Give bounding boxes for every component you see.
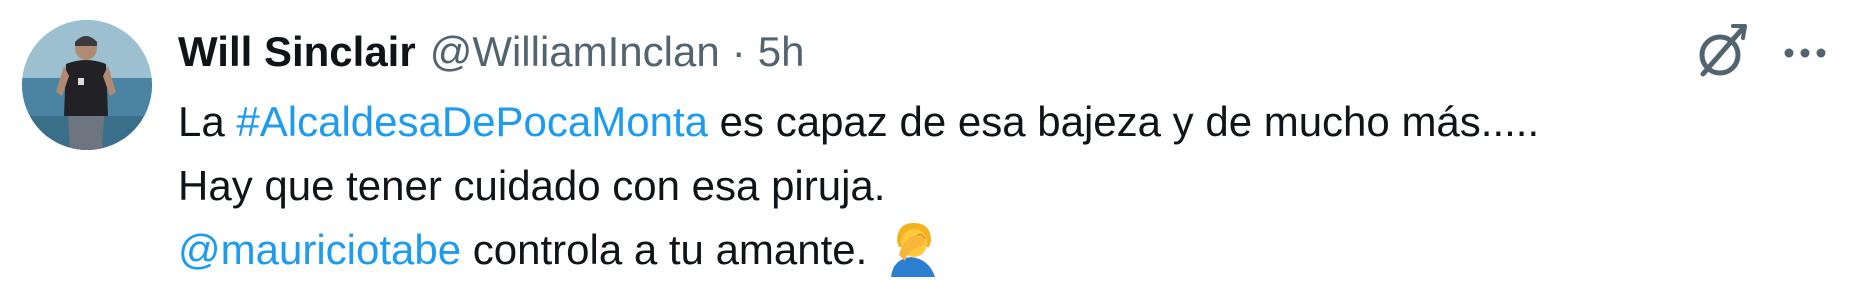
tweet-header: Will Sinclair @WilliamInclan · 5h <box>178 22 804 82</box>
avatar-photo <box>22 20 152 150</box>
line1-prefix: La <box>178 98 237 145</box>
mention-link[interactable]: @mauriciotabe <box>178 226 461 273</box>
display-name[interactable]: Will Sinclair <box>178 22 416 82</box>
line3-suffix: controla a tu amante. <box>461 226 868 273</box>
timestamp[interactable]: 5h <box>758 22 805 82</box>
tweet-line-1: La #AlcaldesaDePocaMonta es capaz de esa… <box>178 90 1818 154</box>
tweet-line-3: @mauriciotabe controla a tu amante. <box>178 218 1818 282</box>
tweet-card[interactable]: Will Sinclair @WilliamInclan · 5h La #Al… <box>0 0 1865 301</box>
more-horizontal-icon[interactable] <box>1783 47 1827 59</box>
hashtag-link[interactable]: #AlcaldesaDePocaMonta <box>236 98 708 145</box>
tweet-actions <box>1693 20 1827 86</box>
person-facepalming-emoji <box>887 221 939 277</box>
user-handle[interactable]: @WilliamInclan <box>430 22 720 82</box>
separator-dot: · <box>731 28 746 75</box>
grok-icon[interactable] <box>1693 22 1749 84</box>
avatar[interactable] <box>22 20 152 150</box>
line1-suffix: es capaz de esa bajeza y de mucho más...… <box>708 98 1540 145</box>
tweet-line-2: Hay que tener cuidado con esa piruja. <box>178 162 886 209</box>
tweet-text: La #AlcaldesaDePocaMonta es capaz de esa… <box>178 90 1818 282</box>
